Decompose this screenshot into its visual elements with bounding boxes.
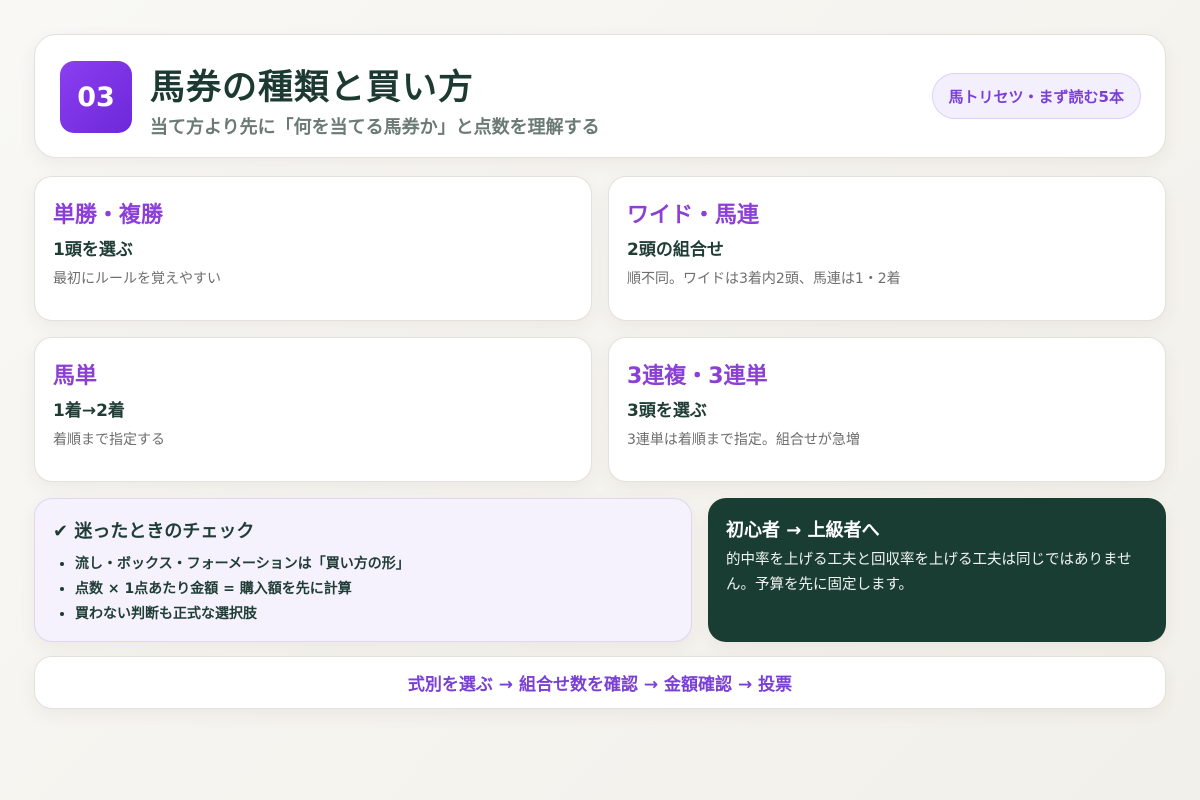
ticket-card-subtitle: 2頭の組合せ [627, 240, 724, 260]
ticket-card-exacta: 馬単 1着→2着 着順まで指定する [34, 337, 592, 482]
purchase-flow-text: 式別を選ぶ → 組合せ数を確認 → 金額確認 → 投票 [407, 675, 793, 695]
beginner-to-advanced-note: 初心者 → 上級者へ 的中率を上げる工夫と回収率を上げる工夫は同じではありません… [708, 498, 1166, 642]
checklist-item: 買わない判断も正式な選択肢 [75, 602, 410, 627]
checklist-title: ✔ 迷ったときのチェック [53, 521, 255, 542]
page-subtitle: 当て方より先に「何を当てる馬券か」と点数を理解する [150, 117, 600, 138]
ticket-card-win-place: 単勝・複勝 1頭を選ぶ 最初にルールを覚えやすい [34, 176, 592, 321]
series-pill[interactable]: 馬トリセツ・まず読む5本 [931, 73, 1141, 119]
checklist-items: 流し・ボックス・フォーメーションは「買い方の形」 点数 × 1点あたり金額 = … [75, 552, 410, 627]
ticket-card-wide-quinella: ワイド・馬連 2頭の組合せ 順不同。ワイドは3着内2頭、馬連は1・2着 [608, 176, 1166, 321]
purchase-flow-bar: 式別を選ぶ → 組合せ数を確認 → 金額確認 → 投票 [34, 656, 1166, 709]
ticket-card-subtitle: 1着→2着 [53, 401, 125, 421]
ticket-card-description: 順不同。ワイドは3着内2頭、馬連は1・2着 [627, 271, 901, 287]
checklist-item: 流し・ボックス・フォーメーションは「買い方の形」 [75, 552, 410, 577]
ticket-card-trio-trifecta: 3連複・3連単 3頭を選ぶ 3連単は着順まで指定。組合せが急増 [608, 337, 1166, 482]
ticket-card-title: ワイド・馬連 [627, 203, 760, 228]
ticket-card-description: 最初にルールを覚えやすい [53, 271, 221, 287]
ticket-card-title: 馬単 [53, 364, 98, 389]
chapter-number-badge: 03 [60, 61, 132, 133]
ticket-card-description: 着順まで指定する [53, 432, 165, 448]
ticket-card-subtitle: 1頭を選ぶ [53, 240, 133, 260]
ticket-card-title: 単勝・複勝 [53, 203, 164, 228]
page-title: 馬券の種類と買い方 [150, 68, 475, 108]
note-body: 的中率を上げる工夫と回収率を上げる工夫は同じではありません。予算を先に固定します… [726, 552, 1132, 593]
header-card: 03 馬券の種類と買い方 当て方より先に「何を当てる馬券か」と点数を理解する 馬… [34, 34, 1166, 158]
ticket-card-subtitle: 3頭を選ぶ [627, 401, 707, 421]
checklist-card: ✔ 迷ったときのチェック 流し・ボックス・フォーメーションは「買い方の形」 点数… [34, 498, 692, 642]
ticket-card-title: 3連複・3連単 [627, 364, 768, 389]
ticket-card-description: 3連単は着順まで指定。組合せが急増 [627, 432, 860, 448]
checklist-item: 点数 × 1点あたり金額 = 購入額を先に計算 [75, 577, 410, 602]
note-title: 初心者 → 上級者へ [726, 520, 880, 541]
